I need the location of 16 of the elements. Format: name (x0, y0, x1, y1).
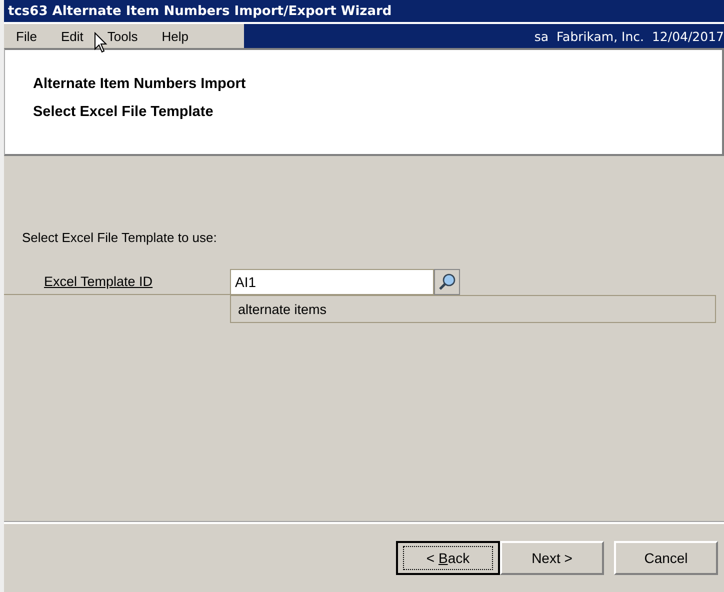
menu-item[interactable]: Help (150, 28, 200, 44)
search-icon (438, 273, 456, 291)
menu-item[interactable]: File (4, 28, 49, 44)
wizard-button[interactable]: Cancel (614, 541, 718, 575)
window-title: tcs63 Alternate Item Numbers Import/Export Wizard (8, 4, 392, 18)
wizard-button[interactable]: < Back (396, 541, 500, 575)
field-label[interactable]: Excel Template ID (44, 274, 153, 289)
description-field: alternate items (230, 295, 716, 323)
user-info: sa Fabrikam, Inc. 12/04/2017 (534, 28, 724, 44)
wizard-button[interactable]: Next > (500, 541, 604, 575)
header-subtitle: Select Excel File Template (33, 103, 214, 122)
header-title: Alternate Item Numbers Import (33, 75, 247, 94)
search-button[interactable] (434, 269, 460, 295)
prompt-text: Select Excel File Template to use: (21, 230, 218, 245)
menu-item[interactable]: Edit (48, 28, 96, 44)
template-id-field[interactable]: AI1 (230, 269, 434, 295)
